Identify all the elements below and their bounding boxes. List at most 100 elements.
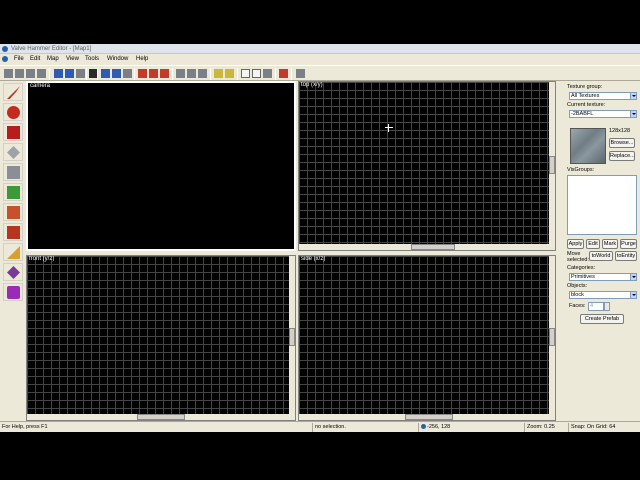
- print-icon[interactable]: [76, 69, 85, 78]
- camera-tool[interactable]: [3, 123, 23, 141]
- camera-viewport-label: camera: [30, 83, 51, 89]
- apply-current-texture-tool[interactable]: [3, 203, 23, 221]
- decal-tool[interactable]: [3, 223, 23, 241]
- objects-select[interactable]: block: [569, 291, 637, 299]
- replace-button[interactable]: Replace...: [609, 151, 635, 161]
- chevron-down-icon: [630, 111, 636, 117]
- globe-icon: [421, 424, 426, 430]
- group-icon[interactable]: [149, 69, 158, 78]
- menu-window[interactable]: Window: [107, 55, 128, 63]
- menu-edit[interactable]: Edit: [30, 55, 40, 63]
- faces-spinner[interactable]: [604, 302, 610, 311]
- carve-icon[interactable]: [138, 69, 147, 78]
- texture-application-icon: [7, 186, 20, 199]
- top-viewport-horizontal-scrollbar[interactable]: [299, 244, 551, 250]
- front-viewport-label: front (y/z): [29, 256, 55, 262]
- show-icon[interactable]: [225, 69, 234, 78]
- overlay-icon: [7, 246, 20, 259]
- menu-tools[interactable]: Tools: [85, 55, 99, 63]
- viewport-area: camera top (x/y) front (y/z) side (x/z): [26, 81, 556, 421]
- categories-value: Primitives: [571, 274, 595, 280]
- visgroups-label: VisGroups:: [567, 167, 595, 173]
- current-texture-label: Current texture:: [567, 102, 606, 108]
- selection-status: no selection.: [312, 423, 416, 432]
- mark-button[interactable]: Mark: [602, 239, 618, 249]
- vertex-icon: [7, 286, 20, 299]
- menu-bar: File Edit Map View Tools Window Help: [0, 54, 640, 64]
- cut-icon[interactable]: [176, 69, 185, 78]
- objects-label: Objects:: [567, 283, 588, 289]
- tie-to-entity-icon[interactable]: [279, 69, 288, 78]
- to-entity-button[interactable]: toEntity: [615, 251, 637, 261]
- hide-icon[interactable]: [214, 69, 223, 78]
- categories-label: Categories:: [567, 265, 596, 271]
- apply-texture-icon: [7, 206, 20, 219]
- main-toolbar: [0, 65, 640, 81]
- texture-application-tool[interactable]: [3, 183, 23, 201]
- visgroups-list[interactable]: [567, 175, 637, 235]
- magnify-glass-icon: [7, 106, 20, 119]
- texture-size: 128x128: [609, 128, 631, 134]
- window-title: Valve Hammer Editor - [Map1]: [11, 46, 92, 52]
- top-viewport-label: top (x/y): [301, 82, 323, 88]
- camera-icon: [7, 126, 20, 139]
- top-viewport[interactable]: top (x/y): [298, 81, 556, 251]
- texture-group-select[interactable]: All Textures: [569, 92, 637, 100]
- overlay-tool[interactable]: [3, 243, 23, 261]
- apply-button[interactable]: Apply: [567, 239, 584, 249]
- magnify-icon[interactable]: [15, 69, 24, 78]
- faces-label: Faces:: [569, 303, 586, 309]
- camera-viewport[interactable]: camera: [26, 81, 296, 251]
- tool-palette: [0, 81, 26, 421]
- side-viewport[interactable]: side (x/z): [298, 255, 556, 421]
- purge-button[interactable]: Purge: [620, 239, 637, 249]
- crosshair-horizontal: [385, 127, 393, 128]
- replace-icon[interactable]: [263, 69, 272, 78]
- document-icon[interactable]: [2, 56, 8, 62]
- front-viewport[interactable]: front (y/z): [26, 255, 296, 421]
- menu-file[interactable]: File: [14, 55, 24, 63]
- select-all-icon[interactable]: [241, 69, 250, 78]
- texture-scale-icon[interactable]: [112, 69, 121, 78]
- paste-icon[interactable]: [198, 69, 207, 78]
- to-world-button[interactable]: toWorld: [589, 251, 613, 261]
- coordinates-status: -256, 128: [418, 423, 522, 432]
- clipping-tool[interactable]: [3, 263, 23, 281]
- grid-icon[interactable]: [4, 69, 13, 78]
- chevron-down-icon: [630, 93, 636, 99]
- current-texture-select[interactable]: -2BABFL: [569, 110, 637, 118]
- open-map-icon[interactable]: [54, 69, 63, 78]
- help-status: For Help, press F1: [2, 424, 48, 430]
- hammer-editor-window: Valve Hammer Editor - [Map1] File Edit M…: [0, 44, 640, 432]
- menu-help[interactable]: Help: [136, 55, 148, 63]
- side-viewport-vertical-scrollbar[interactable]: [549, 256, 555, 420]
- hammer-app-icon: [2, 46, 8, 52]
- grid-toggle-icon[interactable]: [26, 69, 35, 78]
- find-icon[interactable]: [252, 69, 261, 78]
- magnify-tool[interactable]: [3, 103, 23, 121]
- texture-lock-icon[interactable]: [101, 69, 110, 78]
- copy-icon[interactable]: [187, 69, 196, 78]
- front-viewport-vertical-scrollbar[interactable]: [289, 256, 295, 420]
- faces-input[interactable]: 4: [588, 302, 604, 311]
- save-map-icon[interactable]: [65, 69, 74, 78]
- toggle-group-icon[interactable]: [123, 69, 132, 78]
- side-viewport-horizontal-scrollbar[interactable]: [299, 414, 551, 420]
- object-properties-panel: Texture group: All Textures Current text…: [564, 81, 640, 421]
- top-viewport-vertical-scrollbar[interactable]: [549, 82, 555, 250]
- front-viewport-horizontal-scrollbar[interactable]: [27, 414, 291, 420]
- menu-view[interactable]: View: [66, 55, 79, 63]
- vertex-manipulation-tool[interactable]: [3, 283, 23, 301]
- create-prefab-button[interactable]: Create Prefab: [580, 314, 624, 324]
- menu-map[interactable]: Map: [47, 55, 59, 63]
- browse-button[interactable]: Browse...: [609, 138, 635, 148]
- edit-button[interactable]: Edit: [586, 239, 600, 249]
- ungroup-icon[interactable]: [160, 69, 169, 78]
- snap-icon[interactable]: [37, 69, 46, 78]
- selection-tool[interactable]: [3, 83, 23, 101]
- categories-select[interactable]: Primitives: [569, 273, 637, 281]
- block-tool[interactable]: [3, 163, 23, 181]
- move-selected-label: Move selected:: [567, 251, 590, 263]
- entity-tool[interactable]: [3, 143, 23, 161]
- help-icon[interactable]: [296, 69, 305, 78]
